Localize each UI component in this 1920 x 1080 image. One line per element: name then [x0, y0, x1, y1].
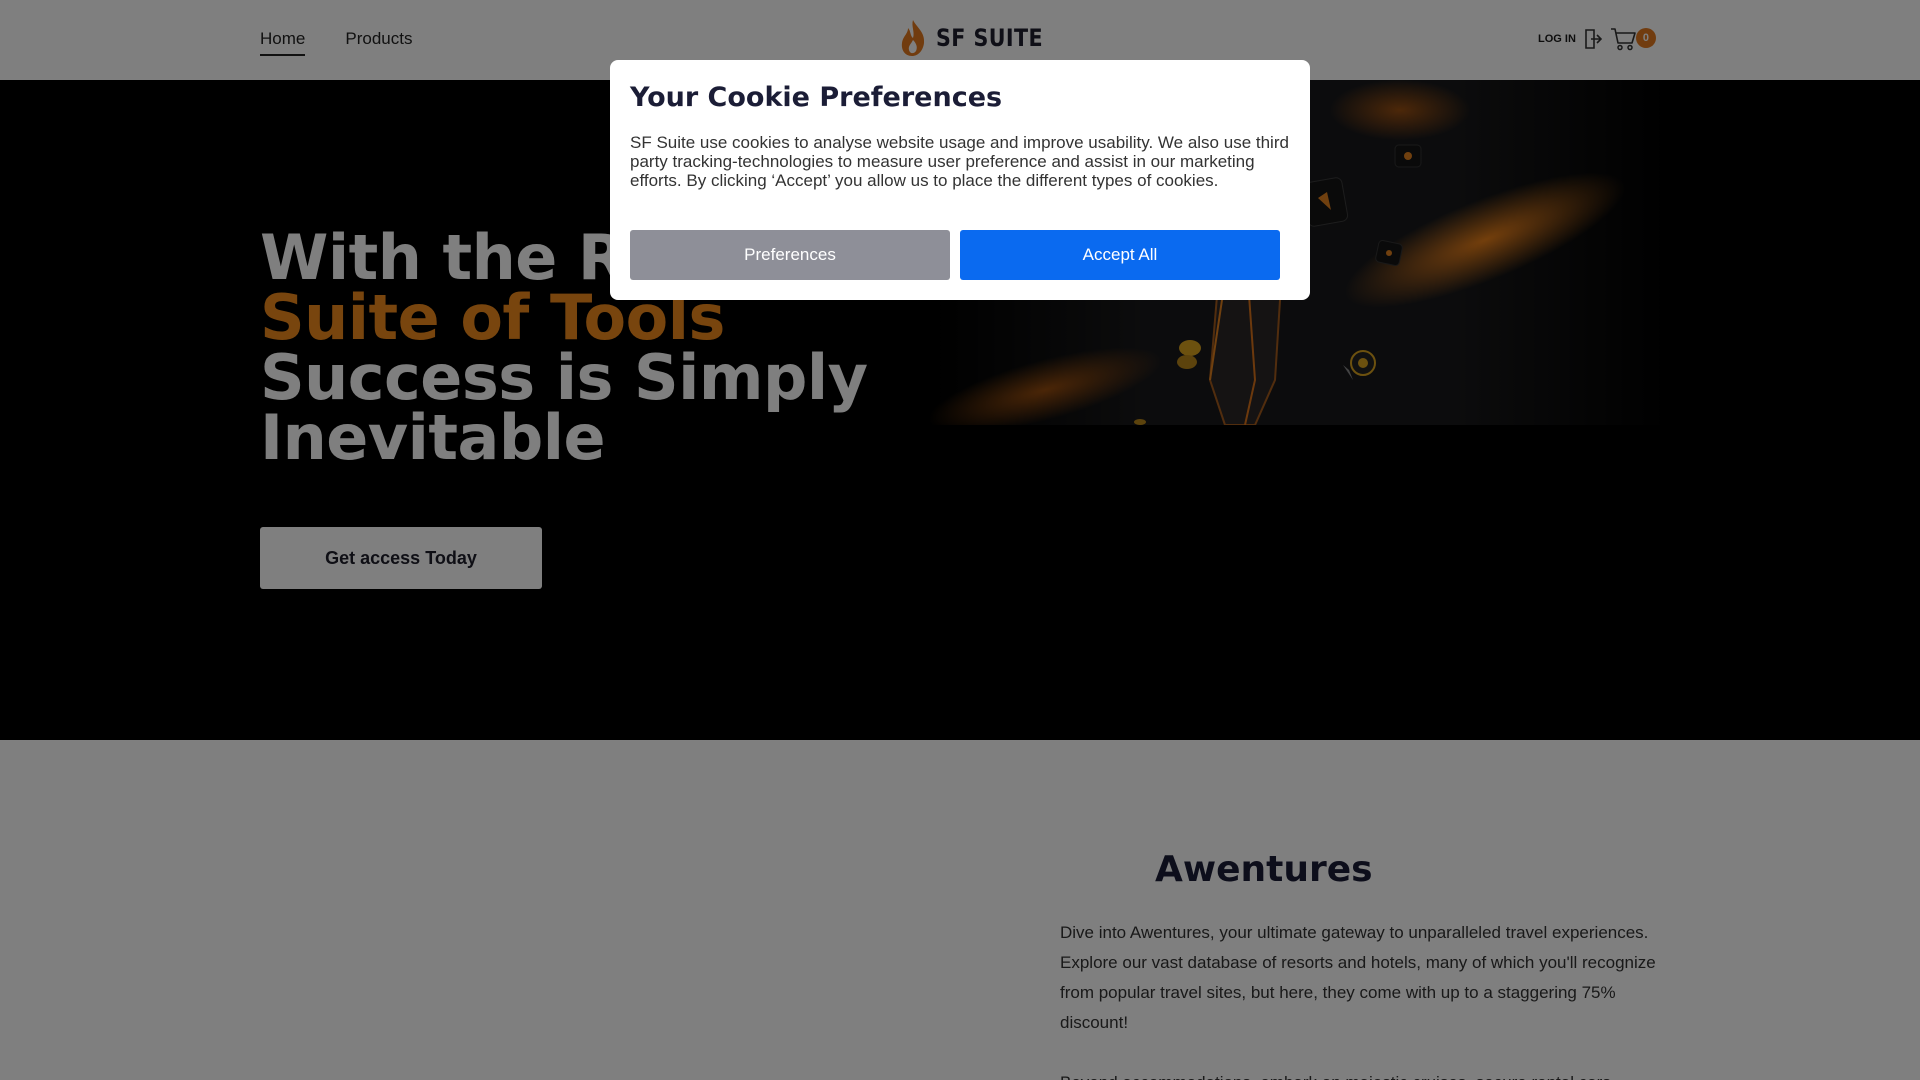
cookie-dialog-text: SF Suite use cookies to analyse website … [630, 133, 1289, 190]
accept-all-button[interactable]: Accept All [960, 230, 1280, 280]
cookie-dialog-title: Your Cookie Preferences [630, 82, 1003, 113]
cookie-preferences-dialog: Your Cookie Preferences SF Suite use coo… [610, 60, 1310, 300]
cookie-dialog-actions: Preferences Accept All [630, 230, 1280, 280]
preferences-button[interactable]: Preferences [630, 230, 950, 280]
